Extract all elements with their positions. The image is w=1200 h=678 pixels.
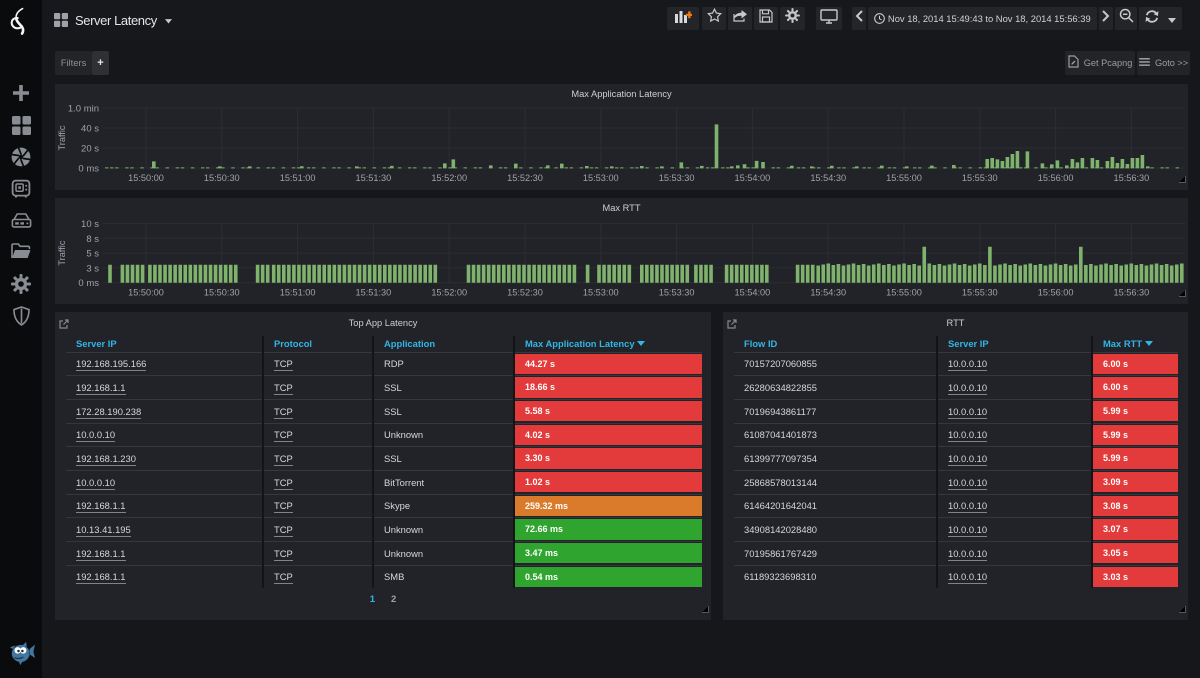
svg-text:15:51:00: 15:51:00 <box>280 173 316 183</box>
svg-text:15:51:00: 15:51:00 <box>280 288 316 298</box>
svg-text:15:53:00: 15:53:00 <box>583 173 619 183</box>
svg-text:15:55:30: 15:55:30 <box>962 288 998 298</box>
svg-text:15:52:30: 15:52:30 <box>507 173 543 183</box>
svg-text:15:51:30: 15:51:30 <box>356 288 392 298</box>
svg-text:20 s: 20 s <box>81 144 99 155</box>
svg-text:15:52:00: 15:52:00 <box>431 173 467 183</box>
svg-text:15:56:30: 15:56:30 <box>1114 173 1150 183</box>
svg-text:1.0 min: 1.0 min <box>68 104 99 115</box>
svg-text:15:54:00: 15:54:00 <box>735 288 771 298</box>
svg-text:Traffic: Traffic <box>57 240 67 265</box>
svg-text:15:56:00: 15:56:00 <box>1038 173 1074 183</box>
svg-text:Traffic: Traffic <box>57 125 67 150</box>
svg-text:10 s: 10 s <box>81 219 99 230</box>
svg-text:15:54:00: 15:54:00 <box>735 173 771 183</box>
svg-text:5 s: 5 s <box>86 249 99 260</box>
svg-text:Max Application Latency: Max Application Latency <box>571 89 672 99</box>
svg-text:Max RTT: Max RTT <box>602 203 640 213</box>
svg-text:15:51:30: 15:51:30 <box>356 173 392 183</box>
svg-text:15:53:30: 15:53:30 <box>659 288 695 298</box>
svg-text:15:52:30: 15:52:30 <box>507 288 543 298</box>
svg-text:15:56:00: 15:56:00 <box>1038 288 1074 298</box>
svg-text:15:50:00: 15:50:00 <box>128 288 164 298</box>
svg-text:8 s: 8 s <box>86 234 99 245</box>
svg-text:15:50:00: 15:50:00 <box>128 173 164 183</box>
svg-text:15:50:30: 15:50:30 <box>204 288 240 298</box>
svg-text:15:52:00: 15:52:00 <box>431 288 467 298</box>
svg-text:15:53:00: 15:53:00 <box>583 288 619 298</box>
svg-text:15:54:30: 15:54:30 <box>810 173 846 183</box>
svg-text:0 ms: 0 ms <box>78 164 99 175</box>
svg-text:15:55:00: 15:55:00 <box>886 173 922 183</box>
svg-text:15:54:30: 15:54:30 <box>810 288 846 298</box>
svg-text:15:50:30: 15:50:30 <box>204 173 240 183</box>
svg-text:15:55:30: 15:55:30 <box>962 173 998 183</box>
svg-text:15:56:30: 15:56:30 <box>1114 288 1150 298</box>
svg-text:15:53:30: 15:53:30 <box>659 173 695 183</box>
svg-text:0 ms: 0 ms <box>78 278 99 289</box>
svg-text:40 s: 40 s <box>81 124 99 135</box>
svg-text:15:55:00: 15:55:00 <box>886 288 922 298</box>
svg-text:3 s: 3 s <box>86 263 99 274</box>
